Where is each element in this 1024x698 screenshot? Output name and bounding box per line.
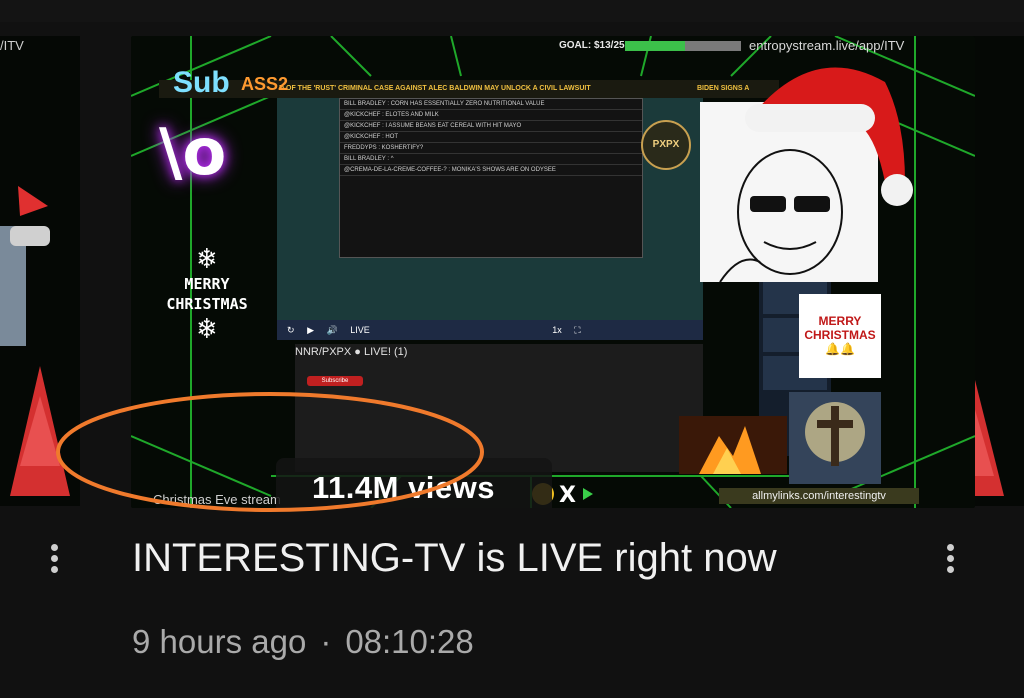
volume-icon: 🔊 <box>326 325 338 335</box>
live-indicator: LIVE <box>350 325 370 335</box>
fire-icon <box>699 426 761 474</box>
class-overlay-text: ASS2 <box>241 74 289 94</box>
meta-separator: · <box>320 623 332 660</box>
time-ago: 9 hours ago <box>132 623 307 660</box>
goal-progress-fill <box>625 41 686 51</box>
bell-icon: 🔔🔔 <box>825 342 855 356</box>
snowflake-icon: ❄ <box>197 311 217 346</box>
cross-image <box>789 392 881 484</box>
neon-emoticon: \o <box>159 116 227 190</box>
chat-line: @KICKCHEF : I ASSUME BEANS EAT CEREAL WI… <box>340 121 642 132</box>
merry-christmas-card: MERRY CHRISTMAS 🔔🔔 <box>799 294 881 378</box>
speed-label: 1x <box>552 325 562 335</box>
fireplace-image <box>679 416 787 474</box>
cross-icon <box>805 402 865 466</box>
embedded-stream-player: BILL BRADLEY : CORN HAS ESSENTIALLY ZERO… <box>277 98 703 340</box>
chat-line: @CREMA-DE-LA-CREME-COFFEE-? : MONIKA'S S… <box>340 165 642 176</box>
fullscreen-icon: ⛶ <box>574 325 581 335</box>
chat-line: FREDDYPS : KOSHERTIFY? <box>340 143 642 154</box>
views-count: 11.4M views <box>312 470 496 505</box>
video-thumbnail[interactable]: GOAL: $13/25 entropystream.live/app/ITV … <box>131 36 975 508</box>
footer-link: allmylinks.com/interestingtv <box>719 488 919 504</box>
chat-line: BILL BRADLEY : ^ <box>340 154 642 165</box>
subscribe-badge: Subscribe <box>307 376 363 386</box>
chat-line: @KICKCHEF : HOT <box>340 132 642 143</box>
previous-video-thumbnail[interactable]: /ITV <box>0 36 80 506</box>
thumbnail-url-fragment: /ITV <box>0 38 24 53</box>
svg-text:X: X <box>559 483 576 508</box>
more-actions-icon[interactable] <box>938 540 962 588</box>
play-icon: ▶ <box>307 325 314 335</box>
stream-info-panel: NNR/PXPX ● LIVE! (1) Subscribe <box>295 344 703 472</box>
santa-hat-icon <box>745 67 913 206</box>
video-title[interactable]: INTERESTING-TV is LIVE right now <box>132 536 777 581</box>
chat-line: BILL BRADLEY : CORN HAS ESSENTIALLY ZERO… <box>340 99 642 110</box>
chat-line: @KICKCHEF : ELOTES AND MILK <box>340 110 642 121</box>
snowflake-icon: ❄ <box>197 241 217 276</box>
video-meta: 9 hours ago · 08:10:28 <box>132 623 474 661</box>
stream-title-label: NNR/PXPX ● LIVE! (1) <box>295 346 408 358</box>
goal-progress-bar <box>625 41 741 51</box>
chat-overlay: BILL BRADLEY : CORN HAS ESSENTIALLY ZERO… <box>339 98 643 258</box>
merry-christmas-sign: ❄ MERRY CHRISTMAS ❄ <box>151 244 263 344</box>
player-control-bar: ↻ ▶ 🔊 LIVE 1x ⛶ <box>277 320 703 340</box>
card-text: MERRY CHRISTMAS <box>804 314 876 342</box>
sub-overlay-text: Sub <box>173 66 230 99</box>
views-badge: 11.4M views <box>276 458 552 508</box>
left-menu-icon[interactable] <box>42 540 66 588</box>
replay-icon: ↻ <box>287 325 295 335</box>
christmas-tree-icon <box>0 186 70 496</box>
merry-text: MERRY <box>184 275 230 293</box>
video-duration: 08:10:28 <box>345 623 474 660</box>
pxpx-badge: PXPX <box>641 120 691 170</box>
goal-label: GOAL: $13/25 <box>559 40 625 51</box>
stream-caption: Christmas Eve stream <box>153 492 281 507</box>
top-strip <box>0 0 1024 22</box>
